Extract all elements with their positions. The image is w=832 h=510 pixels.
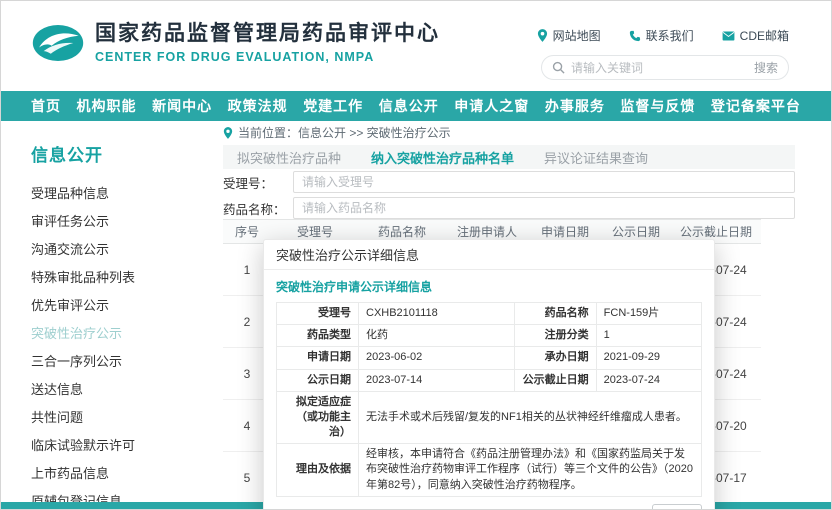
detail-label: 公示日期 xyxy=(277,369,359,391)
detail-label-indication: 拟定适应症（或功能主治） xyxy=(277,391,359,444)
detail-row: 受理号 CXHB2101118 药品名称 FCN-159片 xyxy=(277,303,702,325)
sitemap-link-label: 网站地图 xyxy=(553,27,601,44)
nav-item-registration-platform[interactable]: 登记备案平台 xyxy=(711,96,801,116)
detail-row: 申请日期 2023-06-02 承办日期 2021-09-29 xyxy=(277,347,702,369)
header-quick-links: 网站地图 联系我们 CDE邮箱 xyxy=(537,27,789,44)
cde-logo-icon xyxy=(31,22,85,64)
nav-item-services[interactable]: 办事服务 xyxy=(545,96,605,116)
cde-mail-link[interactable]: CDE邮箱 xyxy=(722,27,789,44)
brand: 国家药品监督管理局药品审评中心 CENTER FOR DRUG EVALUATI… xyxy=(31,21,440,64)
close-button[interactable]: 关闭 xyxy=(652,504,702,510)
search-button[interactable]: 搜索 xyxy=(754,59,778,76)
main-nav: 首页 机构职能 新闻中心 政策法规 党建工作 信息公开 申请人之窗 办事服务 监… xyxy=(1,91,831,121)
detail-value-rationale: 经审核，本申请符合《药品注册管理办法》和《国家药监局关于发布突破性治疗药物审评工… xyxy=(359,444,702,497)
detail-value-undertake-date: 2021-09-29 xyxy=(596,347,701,369)
detail-value-drug-type: 化药 xyxy=(359,325,515,347)
sidebar-item-three-in-one[interactable]: 三合一序列公示 xyxy=(31,348,203,376)
detail-label: 注册分类 xyxy=(514,325,596,347)
sidebar-item-accepted-products[interactable]: 受理品种信息 xyxy=(31,180,203,208)
acceptance-number-label: 受理号： xyxy=(223,173,293,192)
sidebar-item-priority-review[interactable]: 优先审评公示 xyxy=(31,292,203,320)
detail-label: 药品名称 xyxy=(514,303,596,325)
sidebar-item-breakthrough-therapy[interactable]: 突破性治疗公示 xyxy=(31,320,203,348)
sidebar-title: 信息公开 xyxy=(31,141,203,166)
location-pin-icon xyxy=(223,127,233,139)
tab-proposed-breakthrough[interactable]: 拟突破性治疗品种 xyxy=(237,148,341,167)
tab-included-breakthrough-list[interactable]: 纳入突破性治疗品种名单 xyxy=(371,148,514,167)
detail-label: 承办日期 xyxy=(514,347,596,369)
filter-drug-name: 药品名称： xyxy=(223,197,795,219)
sidebar-item-special-approval-list[interactable]: 特殊审批品种列表 xyxy=(31,264,203,292)
sitemap-link[interactable]: 网站地图 xyxy=(537,27,601,44)
search-input[interactable] xyxy=(571,61,748,75)
nav-item-supervision-feedback[interactable]: 监督与反馈 xyxy=(620,96,695,116)
detail-value-publicity-date: 2023-07-14 xyxy=(359,369,515,391)
breakthrough-detail-modal: 突破性治疗公示详细信息 突破性治疗申请公示详细信息 受理号 CXHB210111… xyxy=(263,239,715,510)
breadcrumb-text: 当前位置：信息公开 >> 突破性治疗公示 xyxy=(238,124,451,141)
nav-item-applicant-window[interactable]: 申请人之窗 xyxy=(454,96,529,116)
detail-value-apply-date: 2023-06-02 xyxy=(359,347,515,369)
sidebar-item-delivery-info[interactable]: 送达信息 xyxy=(31,376,203,404)
modal-title: 突破性治疗公示详细信息 xyxy=(264,240,714,270)
sidebar-item-common-issues[interactable]: 共性问题 xyxy=(31,404,203,432)
cde-mail-link-label: CDE邮箱 xyxy=(740,27,789,44)
detail-label-rationale: 理由及依据 xyxy=(277,444,359,497)
mail-icon xyxy=(722,31,735,41)
nav-item-news[interactable]: 新闻中心 xyxy=(152,96,212,116)
site-subtitle: CENTER FOR DRUG EVALUATION, NMPA xyxy=(95,50,440,64)
tab-objection-results[interactable]: 异议论证结果查询 xyxy=(544,148,648,167)
filter-acceptance-number: 受理号： xyxy=(223,171,795,193)
search-icon xyxy=(552,61,565,74)
sidebar-item-clinical-trial-license[interactable]: 临床试验默示许可 xyxy=(31,432,203,460)
detail-row: 药品类型 化药 注册分类 1 xyxy=(277,325,702,347)
detail-row: 理由及依据 经审核，本申请符合《药品注册管理办法》和《国家药监局关于发布突破性治… xyxy=(277,444,702,497)
detail-value-acceptance-number: CXHB2101118 xyxy=(359,303,515,325)
search-box: 搜索 xyxy=(541,55,789,80)
detail-value-drug-name: FCN-159片 xyxy=(596,303,701,325)
modal-section-title: 突破性治疗申请公示详细信息 xyxy=(276,278,702,295)
detail-table: 受理号 CXHB2101118 药品名称 FCN-159片 药品类型 化药 注册… xyxy=(276,302,702,497)
modal-body: 突破性治疗申请公示详细信息 受理号 CXHB2101118 药品名称 FCN-1… xyxy=(264,270,714,510)
nav-item-policies[interactable]: 政策法规 xyxy=(228,96,288,116)
detail-value-registration-class: 1 xyxy=(596,325,701,347)
nav-item-info-disclosure[interactable]: 信息公开 xyxy=(379,96,439,116)
nav-item-home[interactable]: 首页 xyxy=(31,96,61,116)
phone-icon xyxy=(629,30,641,42)
drug-name-label: 药品名称： xyxy=(223,199,293,218)
sidebar-item-review-tasks[interactable]: 审评任务公示 xyxy=(31,208,203,236)
detail-label: 申请日期 xyxy=(277,347,359,369)
acceptance-number-input[interactable] xyxy=(293,171,795,193)
site-header: 国家药品监督管理局药品审评中心 CENTER FOR DRUG EVALUATI… xyxy=(1,1,831,91)
detail-row: 拟定适应症（或功能主治） 无法手术或术后残留/复发的NF1相关的丛状神经纤维瘤成… xyxy=(277,391,702,444)
site-titles: 国家药品监督管理局药品审评中心 CENTER FOR DRUG EVALUATI… xyxy=(95,21,440,64)
detail-row: 公示日期 2023-07-14 公示截止日期 2023-07-24 xyxy=(277,369,702,391)
modal-footer: 关闭 xyxy=(276,497,702,510)
contact-us-link[interactable]: 联系我们 xyxy=(629,27,694,44)
drug-name-input[interactable] xyxy=(293,197,795,219)
detail-value-indication: 无法手术或术后残留/复发的NF1相关的丛状神经纤维瘤成人患者。 xyxy=(359,391,702,444)
detail-value-publicity-deadline: 2023-07-24 xyxy=(596,369,701,391)
detail-label: 药品类型 xyxy=(277,325,359,347)
nav-item-party-work[interactable]: 党建工作 xyxy=(303,96,363,116)
cde-breakthrough-therapy-page: 国家药品监督管理局药品审评中心 CENTER FOR DRUG EVALUATI… xyxy=(0,0,832,510)
nav-item-organization[interactable]: 机构职能 xyxy=(77,96,137,116)
sidebar-item-marketed-drugs[interactable]: 上市药品信息 xyxy=(31,460,203,488)
sidebar: 信息公开 受理品种信息 审评任务公示 沟通交流公示 特殊审批品种列表 优先审评公… xyxy=(31,141,203,510)
contact-us-link-label: 联系我们 xyxy=(646,27,694,44)
breadcrumb: 当前位置：信息公开 >> 突破性治疗公示 xyxy=(223,124,451,141)
detail-label: 公示截止日期 xyxy=(514,369,596,391)
site-title: 国家药品监督管理局药品审评中心 xyxy=(95,21,440,47)
content-tabs: 拟突破性治疗品种 纳入突破性治疗品种名单 异议论证结果查询 xyxy=(223,145,795,169)
map-pin-icon xyxy=(537,29,548,42)
sidebar-item-communication[interactable]: 沟通交流公示 xyxy=(31,236,203,264)
detail-label: 受理号 xyxy=(277,303,359,325)
